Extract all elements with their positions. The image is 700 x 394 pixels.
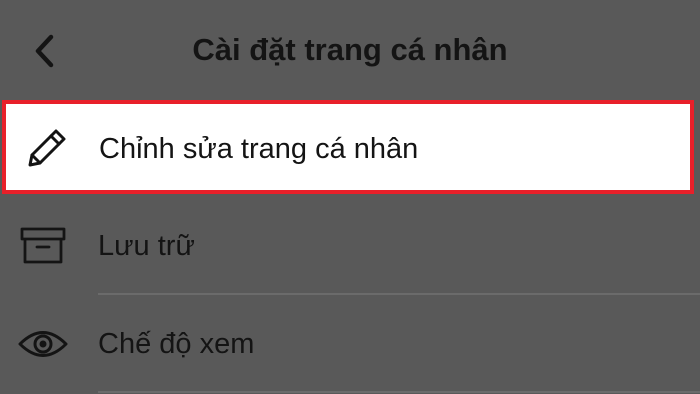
- profile-settings-screen: Cài đặt trang cá nhân Chỉnh sửa trang cá…: [0, 0, 700, 394]
- page-title: Cài đặt trang cá nhân: [192, 32, 508, 67]
- menu-item-view-mode[interactable]: Chế độ xem: [0, 296, 700, 392]
- menu-item-label: Lưu trữ: [98, 230, 195, 262]
- menu-item-edit-profile[interactable]: Chỉnh sửa trang cá nhân: [2, 100, 694, 194]
- menu-item-label: Chỉnh sửa trang cá nhân: [99, 133, 419, 165]
- pencil-icon: [22, 126, 72, 170]
- divider: [98, 293, 700, 295]
- menu-item-archive[interactable]: Lưu trữ: [0, 198, 700, 294]
- eye-icon: [18, 322, 68, 366]
- archive-box-icon: [18, 224, 68, 268]
- divider: [98, 391, 700, 393]
- header: Cài đặt trang cá nhân: [0, 0, 700, 100]
- menu-item-label: Chế độ xem: [98, 328, 255, 360]
